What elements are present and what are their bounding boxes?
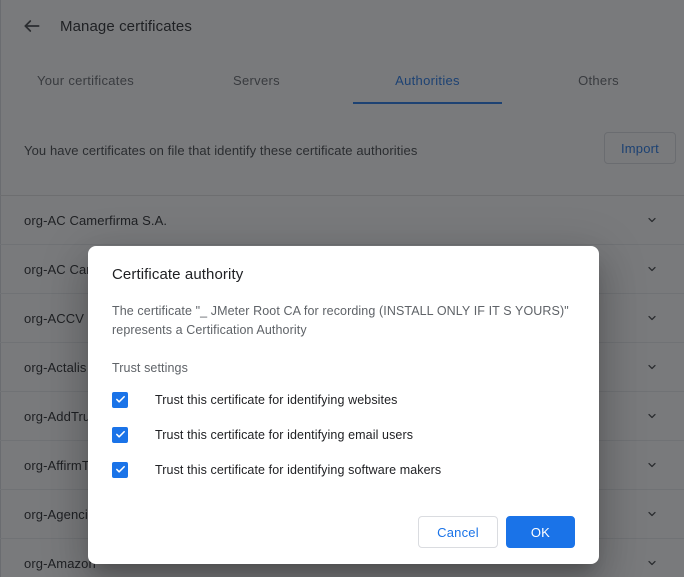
- certificate-authority-dialog: Certificate authority The certificate "_…: [88, 246, 599, 564]
- checkbox-label: Trust this certificate for identifying e…: [155, 427, 414, 442]
- checkbox-checked-icon[interactable]: [112, 461, 128, 478]
- dialog-actions: Cancel OK: [112, 495, 575, 564]
- checkbox-row-websites[interactable]: Trust this certificate for identifying w…: [112, 390, 575, 409]
- cancel-button[interactable]: Cancel: [418, 516, 498, 548]
- checkbox-row-email-users[interactable]: Trust this certificate for identifying e…: [112, 425, 575, 444]
- checkbox-row-software-makers[interactable]: Trust this certificate for identifying s…: [112, 460, 575, 479]
- checkbox-label: Trust this certificate for identifying w…: [155, 392, 398, 407]
- dialog-title: Certificate authority: [112, 266, 244, 283]
- trust-settings-label: Trust settings: [112, 361, 188, 375]
- checkbox-checked-icon[interactable]: [112, 391, 128, 408]
- checkbox-label: Trust this certificate for identifying s…: [155, 462, 442, 477]
- ok-button[interactable]: OK: [505, 516, 575, 548]
- checkbox-checked-icon[interactable]: [112, 426, 128, 443]
- dialog-description: The certificate "_ JMeter Root CA for re…: [112, 304, 569, 337]
